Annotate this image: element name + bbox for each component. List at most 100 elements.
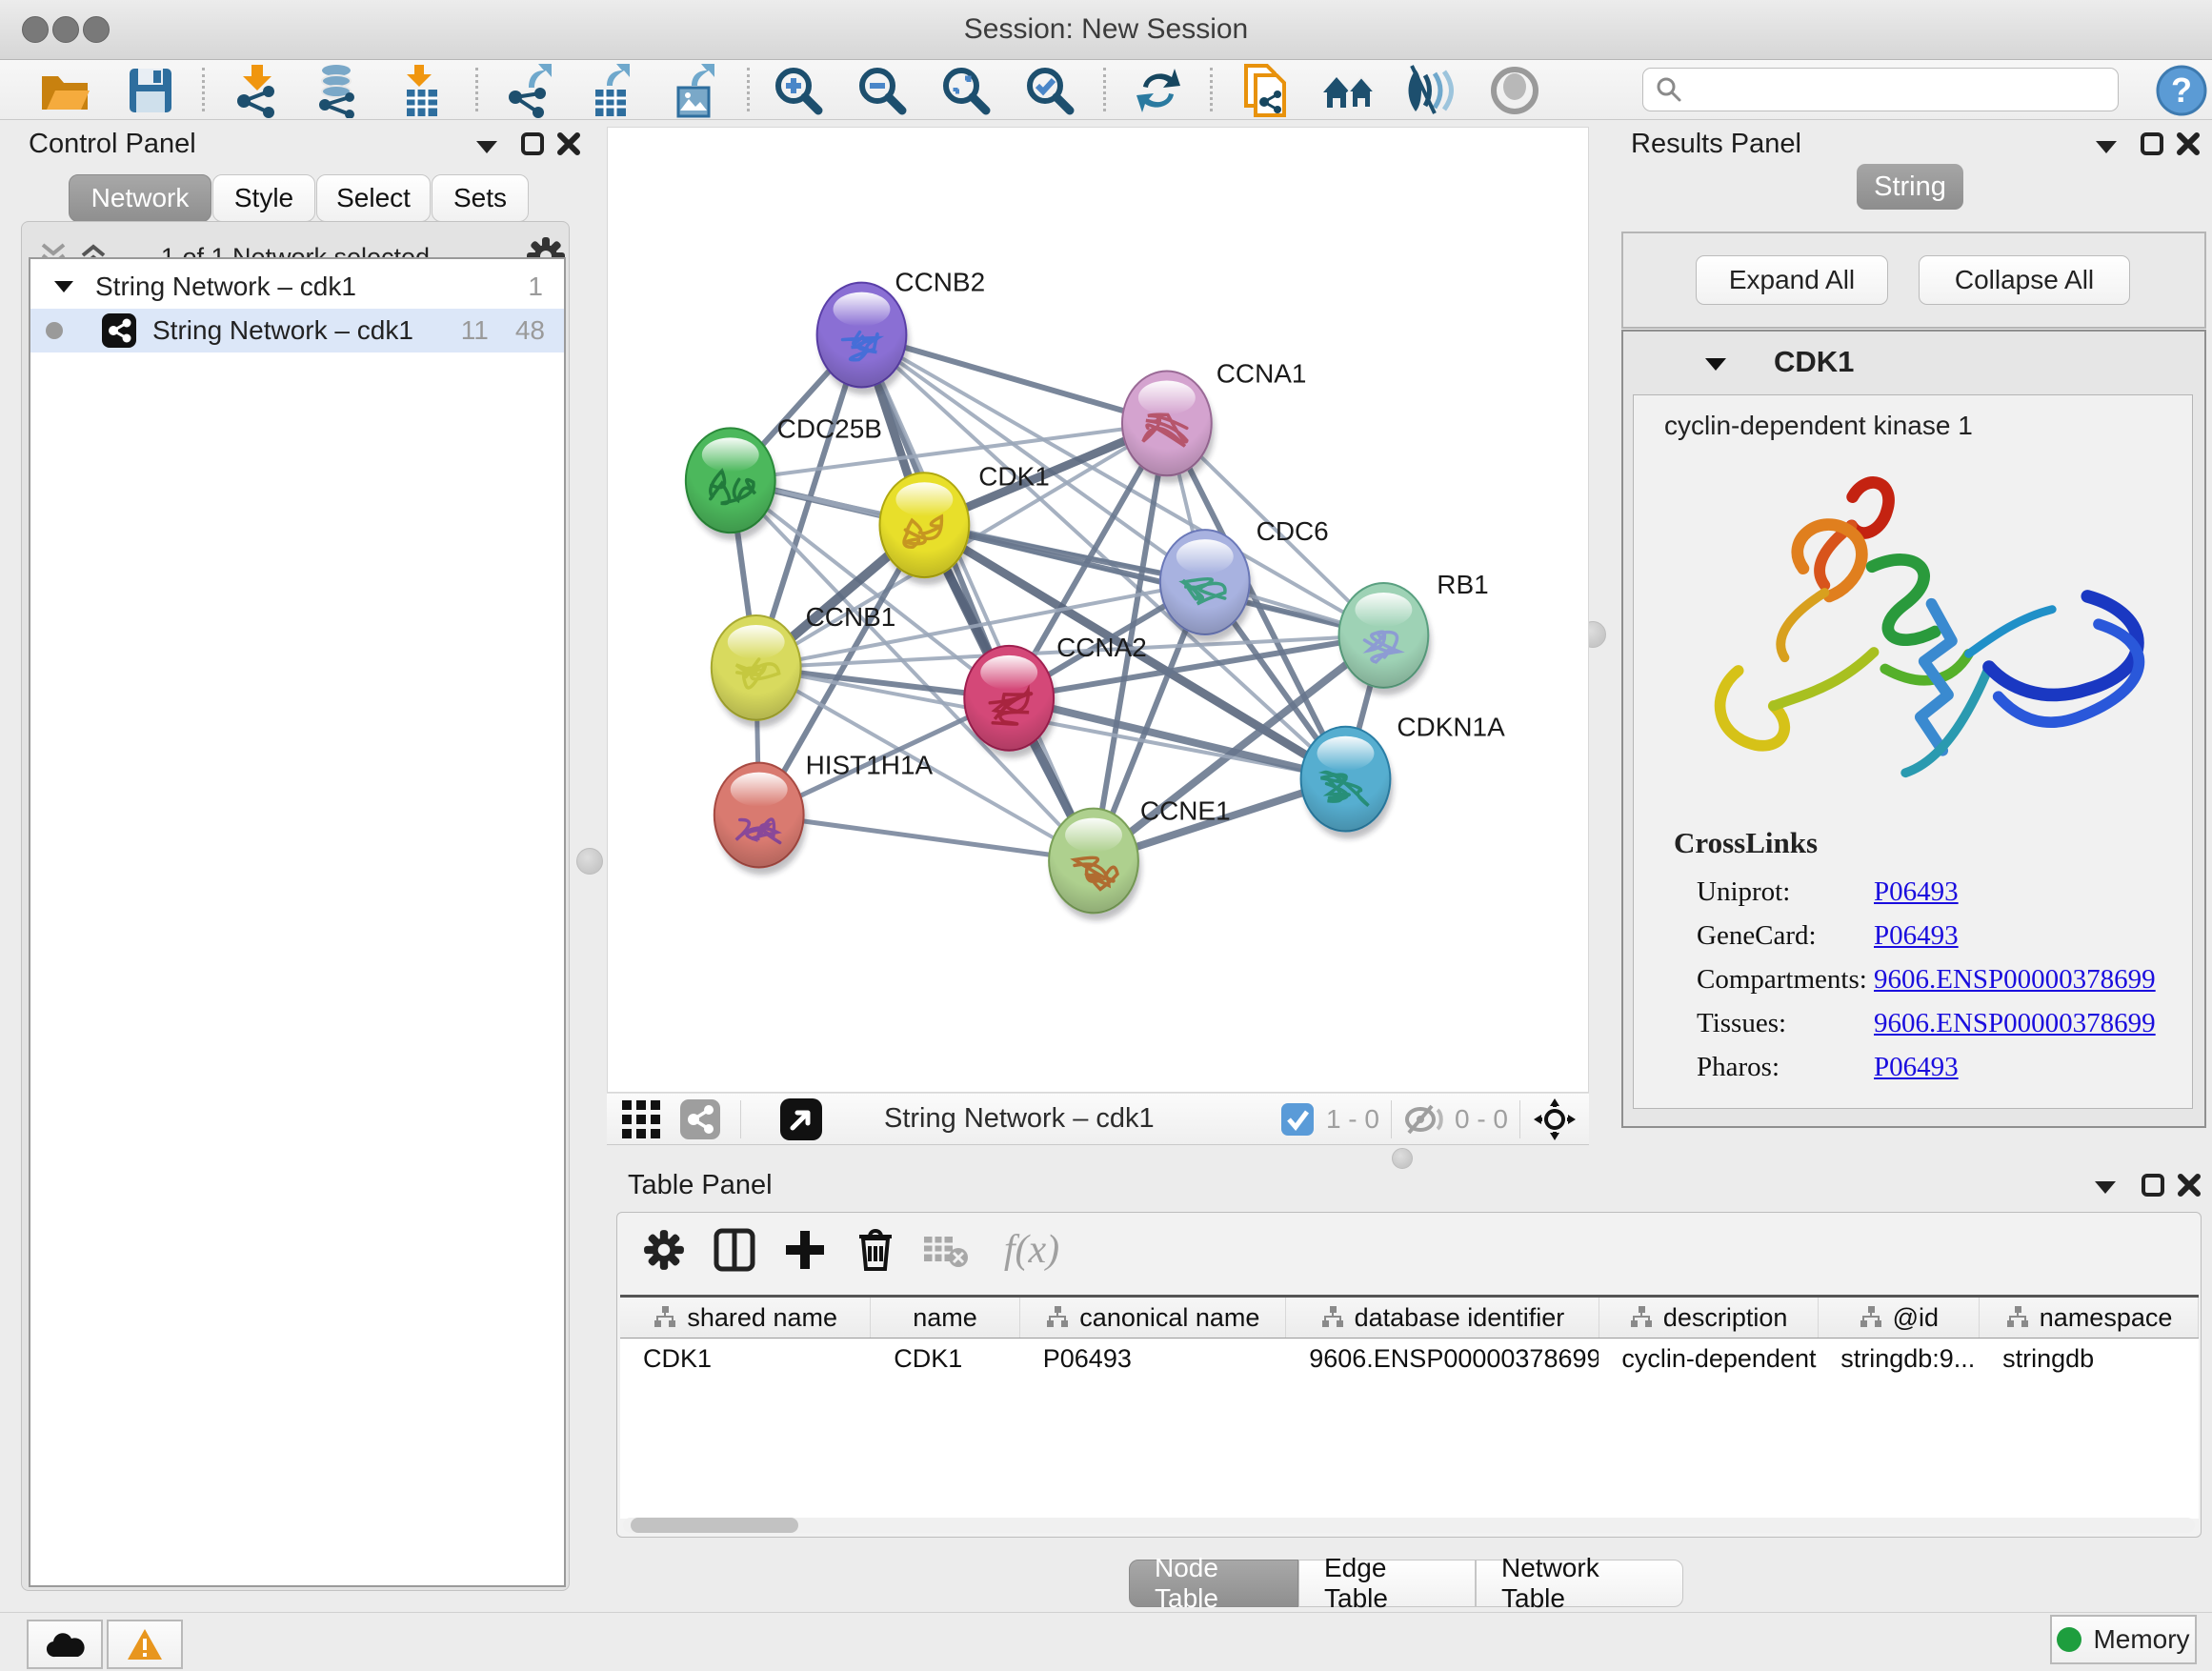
cell-3[interactable]: 9606.ENSP00000378699 [1286,1344,1599,1374]
column-header-2[interactable]: canonical name [1020,1298,1287,1338]
fit-content-crosshair-icon[interactable] [1532,1097,1578,1142]
column-header-4[interactable]: description [1599,1298,1819,1338]
grid-view-icon[interactable] [620,1098,662,1140]
column-header-3[interactable]: database identifier [1286,1298,1599,1338]
network-canvas[interactable]: CCNB2CCNA1CDC25BCDK1CDC6RB1CCNB1CCNA2CDK… [607,127,1589,1093]
zoom-in-button[interactable] [768,63,829,118]
search-input[interactable] [1683,74,2097,106]
node-CDC6[interactable] [1160,530,1253,642]
node-CCNB2[interactable] [817,283,910,395]
column-header-6[interactable]: namespace [1980,1298,2199,1338]
node-label-CDK1: CDK1 [978,461,1050,491]
export-image-button[interactable] [665,63,726,118]
collection-expander-icon[interactable] [53,279,74,294]
network-collection-row[interactable]: String Network – cdk1 1 [30,265,564,309]
column-header-5[interactable]: @id [1819,1298,1981,1338]
table-horizontal-scrollbar[interactable] [623,1518,2195,1533]
cloud-services-button[interactable] [27,1620,103,1669]
export-table-button[interactable] [582,63,643,118]
column-header-1[interactable]: name [871,1298,1019,1338]
control-panel-maximize-icon[interactable] [520,131,545,156]
cell-0[interactable]: CDK1 [620,1344,871,1374]
results-panel-close-icon[interactable] [2176,131,2201,156]
open-session-button[interactable] [34,63,95,118]
node-HIST1H1A[interactable] [714,763,807,876]
cell-6[interactable]: stringdb [1980,1344,2199,1374]
add-column-button[interactable] [777,1224,833,1276]
tab-style[interactable]: Style [212,174,315,222]
tab-select[interactable]: Select [316,174,431,222]
results-panel-float-icon[interactable] [2094,139,2119,154]
help-button[interactable]: ? [2151,63,2212,118]
share-view-icon[interactable] [679,1098,721,1140]
delete-table-button[interactable] [918,1224,974,1276]
node-CDC25B[interactable] [686,428,778,540]
cell-4[interactable]: cyclin-dependent ... [1599,1344,1818,1374]
edge-CCNB2-CCNE1[interactable] [861,335,1094,861]
zoom-out-button[interactable] [852,63,913,118]
crosslink-row-3: Tissues:9606.ENSP00000378699 [1697,1001,2173,1045]
column-namespace-icon [1859,1305,1883,1330]
collapse-all-button[interactable]: Collapse All [1919,255,2130,305]
table-panel-float-icon[interactable] [2093,1179,2118,1195]
function-builder-button[interactable]: f(x) [989,1224,1075,1276]
cell-5[interactable]: stringdb:9... [1818,1344,1980,1374]
table-panel-maximize-icon[interactable] [2141,1173,2165,1198]
control-panel-close-icon[interactable] [556,131,581,156]
gene-expander-icon[interactable] [1703,356,1728,372]
results-panel-maximize-icon[interactable] [2140,131,2164,156]
crosslink-link[interactable]: 9606.ENSP00000378699 [1874,964,2156,996]
node-CDK1[interactable] [879,473,972,585]
column-header-0[interactable]: shared name [620,1298,871,1338]
save-session-button[interactable] [120,63,181,118]
tab-network-table[interactable]: Network Table [1476,1560,1683,1607]
import-table-file-button[interactable] [392,63,452,118]
tab-network[interactable]: Network [69,174,211,222]
table-panel-close-icon[interactable] [2177,1173,2202,1198]
node-CCNA1[interactable] [1122,371,1215,483]
edge-HIST1H1A-CCNE1[interactable] [759,815,1094,861]
cell-2[interactable]: P06493 [1020,1344,1286,1374]
scrollbar-thumb[interactable] [631,1518,798,1533]
crosslink-link[interactable]: P06493 [1874,1052,1959,1083]
tab-edge-table[interactable]: Edge Table [1298,1560,1476,1607]
cell-1[interactable]: CDK1 [871,1344,1020,1374]
table-row[interactable]: CDK1CDK1P064939606.ENSP00000378699cyclin… [620,1339,2199,1379]
crosslink-link[interactable]: 9606.ENSP00000378699 [1874,1008,2156,1039]
table-settings-button[interactable] [636,1224,692,1276]
show-panels-button[interactable] [1484,63,1545,118]
zoom-fit-button[interactable] [935,63,996,118]
import-network-database-button[interactable] [308,63,369,118]
refresh-view-button[interactable] [1128,63,1189,118]
node-RB1[interactable] [1339,583,1432,695]
network-view-toolbar: String Network – cdk1 1 - 0 0 - 0 [607,1093,1589,1145]
node-CDKN1A[interactable] [1301,727,1394,839]
node-CCNE1[interactable] [1049,809,1141,921]
warning-icon [126,1627,164,1661]
tab-string[interactable]: String [1857,164,1963,210]
delete-column-button[interactable] [848,1224,903,1276]
left-splitter-handle[interactable] [576,848,603,875]
hide-panels-button[interactable] [1400,63,1461,118]
memory-button[interactable]: Memory [2050,1615,2197,1664]
birds-eye-view-icon[interactable] [779,1097,823,1141]
show-columns-button[interactable] [707,1224,762,1276]
import-network-file-button[interactable] [227,63,288,118]
gene-result-box: CDK1 cyclin-dependent kinase 1 [1621,330,2206,1128]
warnings-button[interactable] [107,1620,183,1669]
search-field[interactable] [1642,68,2119,111]
footer-divider [1391,1100,1392,1138]
crosslink-link[interactable]: P06493 [1874,876,1959,908]
tab-node-table[interactable]: Node Table [1129,1560,1298,1607]
clone-network-button[interactable] [1237,63,1297,118]
export-network-button[interactable] [500,63,561,118]
control-panel-float-icon[interactable] [474,139,499,154]
homes-button[interactable] [1318,63,1379,118]
crosslink-link[interactable]: P06493 [1874,920,1959,952]
node-CCNB1[interactable] [712,615,804,728]
network-row-selected[interactable]: String Network – cdk1 11 48 [30,309,564,352]
expand-all-button[interactable]: Expand All [1696,255,1888,305]
tab-sets[interactable]: Sets [432,174,529,222]
zoom-selected-button[interactable] [1019,63,1080,118]
selected-checkbox-icon[interactable] [1280,1102,1315,1137]
